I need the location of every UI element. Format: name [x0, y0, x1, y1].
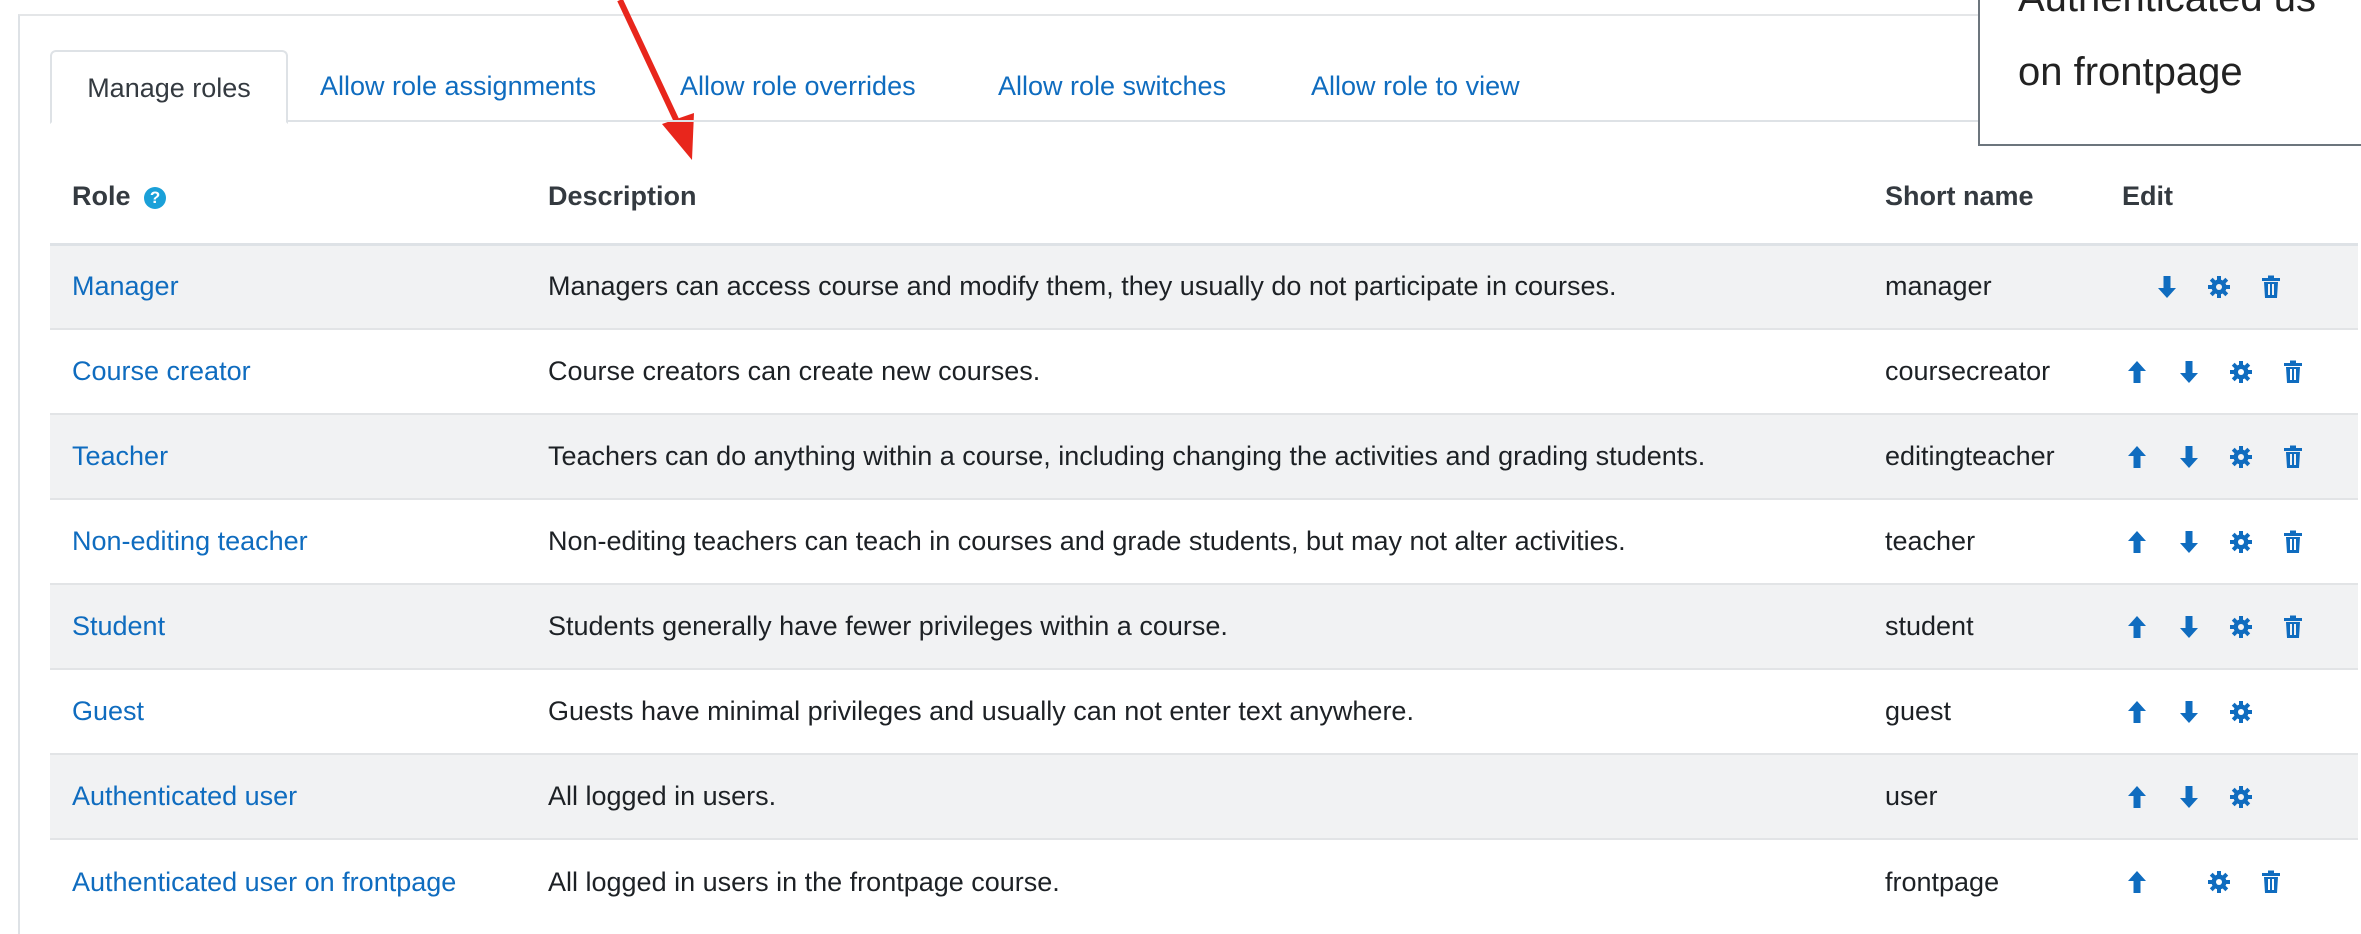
- table-row: Manager Managers can access course and m…: [50, 243, 2358, 329]
- role-short-name: frontpage: [1863, 838, 2100, 924]
- role-description: Students generally have fewer privileges…: [526, 583, 1863, 669]
- tab-allow-role-overrides[interactable]: Allow role overrides: [680, 50, 916, 122]
- role-actions: [2100, 583, 2358, 669]
- callout-line-2: on frontpage: [2018, 50, 2243, 94]
- role-short-name: manager: [1863, 243, 2100, 329]
- header-role-label: Role: [72, 181, 131, 212]
- arrow-up-icon[interactable]: [2122, 356, 2152, 388]
- tab-allow-role-switches[interactable]: Allow role switches: [998, 50, 1226, 122]
- table-header-row: Role ? Description Short name Edit: [50, 151, 2358, 246]
- role-actions: [2100, 328, 2358, 414]
- role-actions: [2100, 838, 2358, 924]
- gear-icon[interactable]: [2226, 696, 2256, 728]
- role-description: Managers can access course and modify th…: [526, 243, 1863, 329]
- gear-icon[interactable]: [2204, 866, 2234, 898]
- header-description: Description: [526, 151, 1863, 246]
- role-description: Course creators can create new courses.: [526, 328, 1863, 414]
- arrow-down-icon[interactable]: [2174, 781, 2204, 813]
- table-row: Authenticated user All logged in users. …: [50, 753, 2358, 839]
- header-role: Role ?: [50, 151, 526, 246]
- trash-icon[interactable]: [2278, 356, 2308, 388]
- role-short-name: coursecreator: [1863, 328, 2100, 414]
- arrow-up-icon[interactable]: [2122, 696, 2152, 728]
- tab-allow-role-assignments[interactable]: Allow role assignments: [320, 50, 596, 122]
- arrow-up-icon[interactable]: [2122, 526, 2152, 558]
- arrow-down-icon[interactable]: [2174, 696, 2204, 728]
- arrow-up-icon[interactable]: [2122, 611, 2152, 643]
- role-description: All logged in users in the frontpage cou…: [526, 838, 1863, 924]
- gear-icon[interactable]: [2204, 271, 2234, 303]
- trash-icon[interactable]: [2278, 441, 2308, 473]
- arrow-down-icon[interactable]: [2174, 441, 2204, 473]
- gear-icon[interactable]: [2226, 611, 2256, 643]
- arrow-down-icon[interactable]: [2174, 526, 2204, 558]
- arrow-down-icon[interactable]: [2174, 611, 2204, 643]
- table-row: Non-editing teacher Non-editing teachers…: [50, 498, 2358, 584]
- gear-icon[interactable]: [2226, 526, 2256, 558]
- header-edit: Edit: [2100, 151, 2358, 246]
- trash-icon[interactable]: [2256, 866, 2286, 898]
- role-link[interactable]: Non-editing teacher: [50, 498, 526, 584]
- question-circle-icon[interactable]: ?: [144, 187, 167, 210]
- role-link[interactable]: Teacher: [50, 413, 526, 499]
- trash-icon[interactable]: [2278, 526, 2308, 558]
- trash-icon[interactable]: [2278, 611, 2308, 643]
- role-short-name: user: [1863, 753, 2100, 839]
- arrow-up-icon[interactable]: [2122, 781, 2152, 813]
- role-link[interactable]: Student: [50, 583, 526, 669]
- role-actions: [2100, 413, 2358, 499]
- trash-icon[interactable]: [2256, 271, 2286, 303]
- role-description: All logged in users.: [526, 753, 1863, 839]
- role-short-name: editingteacher: [1863, 413, 2100, 499]
- table-row: Authenticated user on frontpage All logg…: [50, 838, 2358, 924]
- role-link[interactable]: Authenticated user: [50, 753, 526, 839]
- role-actions: [2100, 668, 2358, 754]
- role-link[interactable]: Authenticated user on frontpage: [50, 838, 526, 924]
- table-row: Teacher Teachers can do anything within …: [50, 413, 2358, 499]
- table-row: Student Students generally have fewer pr…: [50, 583, 2358, 669]
- roles-table: Role ? Description Short name Edit Manag…: [50, 151, 2358, 924]
- role-link[interactable]: Course creator: [50, 328, 526, 414]
- role-actions: [2100, 753, 2358, 839]
- role-actions: [2100, 243, 2358, 329]
- table-row: Course creator Course creators can creat…: [50, 328, 2358, 414]
- annotation-callout: Authenticated us on frontpage: [1978, 0, 2361, 146]
- tab-manage-roles[interactable]: Manage roles: [50, 50, 288, 124]
- role-link[interactable]: Guest: [50, 668, 526, 754]
- arrow-up-icon[interactable]: [2122, 866, 2152, 898]
- role-link[interactable]: Manager: [50, 243, 526, 329]
- role-description: Teachers can do anything within a course…: [526, 413, 1863, 499]
- callout-line-1: Authenticated us: [2018, 0, 2316, 21]
- role-short-name: student: [1863, 583, 2100, 669]
- arrow-down-icon[interactable]: [2152, 271, 2182, 303]
- role-short-name: teacher: [1863, 498, 2100, 584]
- role-description: Non-editing teachers can teach in course…: [526, 498, 1863, 584]
- role-short-name: guest: [1863, 668, 2100, 754]
- table-row: Guest Guests have minimal privileges and…: [50, 668, 2358, 754]
- gear-icon[interactable]: [2226, 356, 2256, 388]
- header-short-name: Short name: [1863, 151, 2100, 246]
- role-actions: [2100, 498, 2358, 584]
- arrow-up-icon[interactable]: [2122, 441, 2152, 473]
- gear-icon[interactable]: [2226, 441, 2256, 473]
- tab-allow-role-to-view[interactable]: Allow role to view: [1311, 50, 1520, 122]
- gear-icon[interactable]: [2226, 781, 2256, 813]
- arrow-down-icon[interactable]: [2174, 356, 2204, 388]
- role-description: Guests have minimal privileges and usual…: [526, 668, 1863, 754]
